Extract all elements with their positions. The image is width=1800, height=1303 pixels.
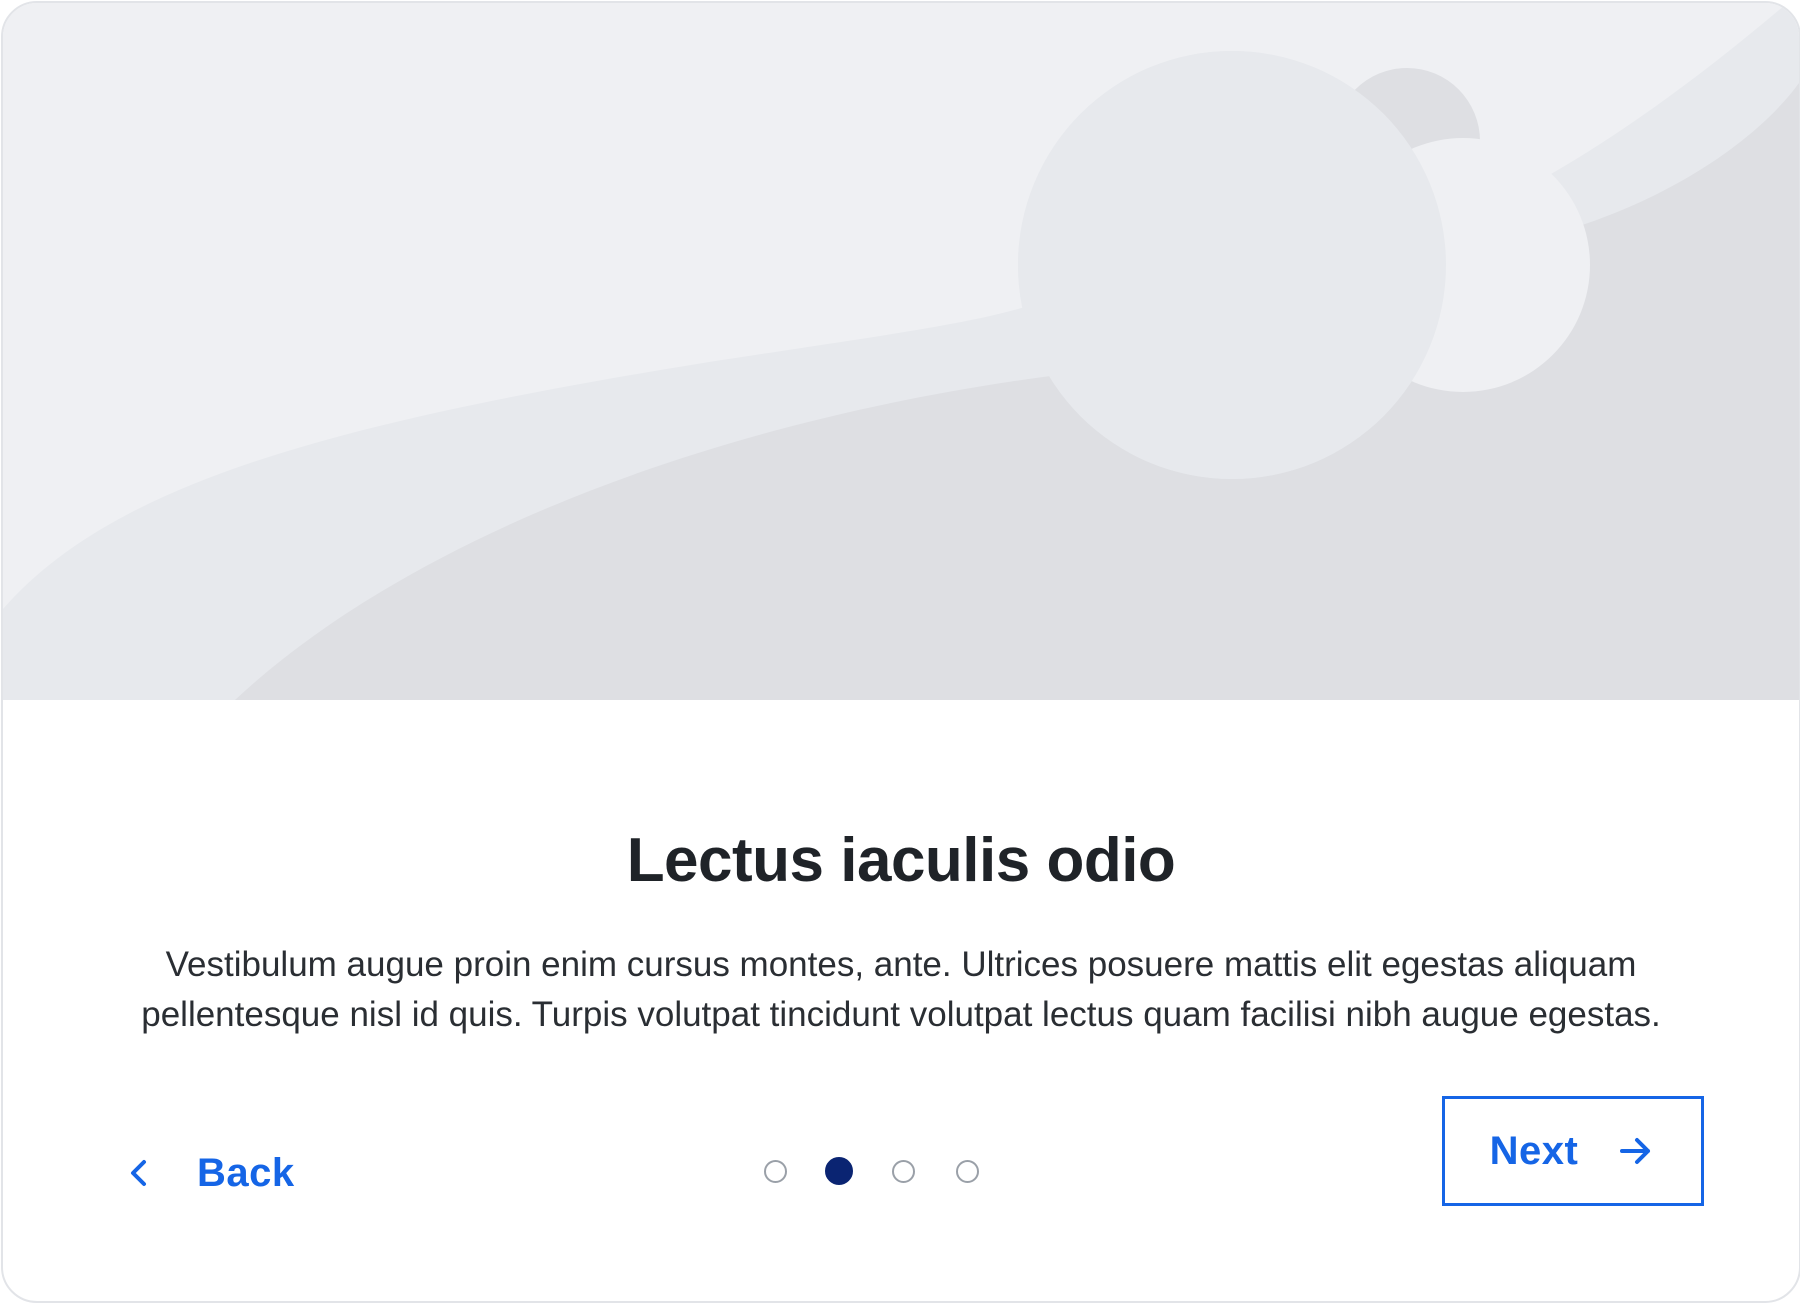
next-button-label: Next: [1489, 1128, 1579, 1173]
arrow-right-icon: [1616, 1131, 1656, 1171]
illustration-shapes: [3, 3, 1799, 700]
illustration-placeholder: [3, 3, 1799, 700]
card-content: Lectus iaculis odio Vestibulum augue pro…: [3, 700, 1799, 1301]
page-dot-3[interactable]: [892, 1160, 915, 1183]
page-dot-2-active[interactable]: [825, 1157, 853, 1185]
onboarding-card: Lectus iaculis odio Vestibulum augue pro…: [1, 1, 1800, 1303]
card-title: Lectus iaculis odio: [626, 825, 1176, 895]
page-dot-1[interactable]: [764, 1160, 787, 1183]
page-dot-4[interactable]: [956, 1160, 979, 1183]
next-button[interactable]: Next: [1442, 1096, 1704, 1206]
card-description: Vestibulum augue proin enim cursus monte…: [141, 945, 1661, 1034]
